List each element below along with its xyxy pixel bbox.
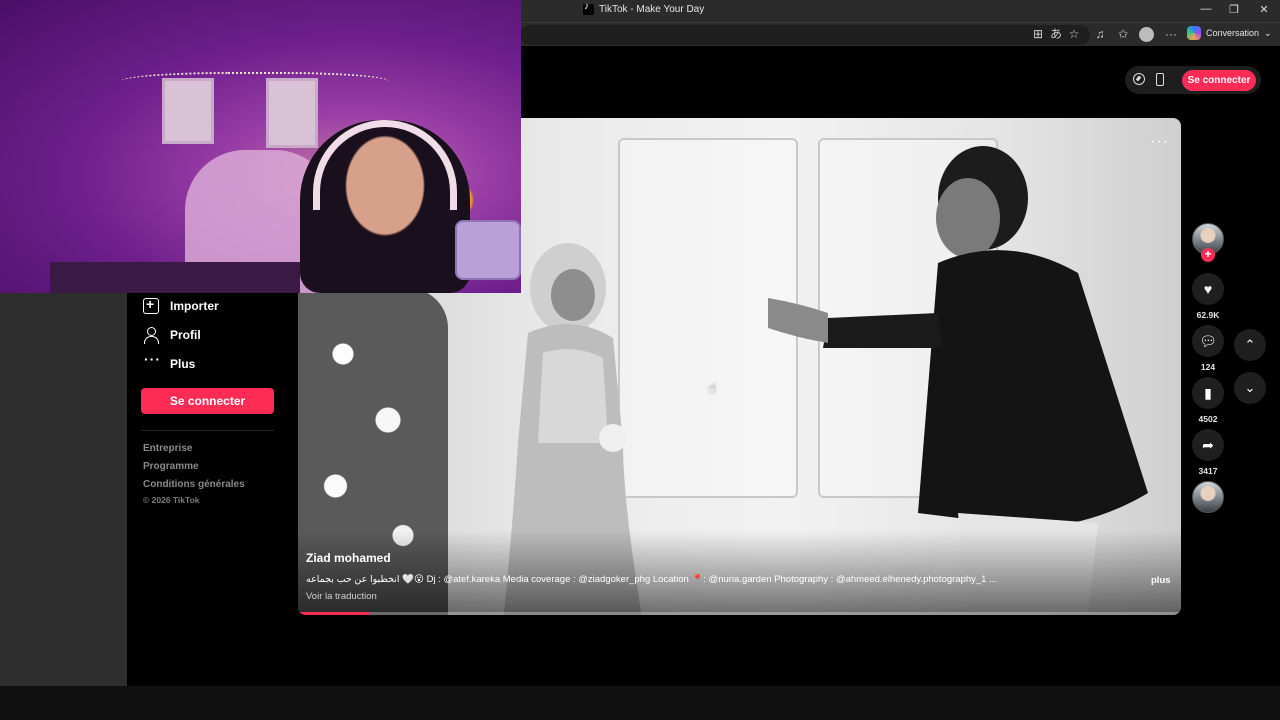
video-progress-bar[interactable]: [298, 612, 1181, 615]
upload-plus-icon: [143, 296, 159, 314]
caption-more-link[interactable]: plus: [1151, 575, 1171, 586]
browser-profile-avatar[interactable]: [1139, 27, 1154, 42]
tiktok-logo-icon: [583, 1, 594, 15]
see-translation-link[interactable]: Voir la traduction: [306, 591, 377, 602]
tab-title-text: TikTok - Make Your Day: [599, 4, 705, 15]
compass-icon[interactable]: [1133, 73, 1145, 85]
sidebar-item-importer[interactable]: Importer: [143, 296, 219, 314]
chevron-up-icon: ⌃: [1244, 337, 1256, 352]
header-login-button[interactable]: Se connecter: [1182, 70, 1256, 91]
read-aloud-icon[interactable]: あ: [1048, 26, 1064, 42]
taskbar: [0, 686, 1280, 720]
webcam-overlay: [0, 0, 521, 293]
copyright-text: © 2026 TikTok: [143, 495, 200, 505]
video-author[interactable]: Ziad mohamed: [306, 551, 391, 565]
mouse-cursor-icon: ☝: [708, 380, 717, 396]
wall-frame-left: [162, 78, 214, 144]
comment-bubble-icon: 💬︎: [1199, 333, 1217, 349]
sidebar-divider: [141, 430, 274, 431]
sidebar-item-profil[interactable]: Profil: [143, 327, 201, 344]
more-dots-icon: [143, 351, 161, 372]
favorites-icon[interactable]: ✩: [1115, 26, 1131, 42]
share-arrow-icon: ➦: [1202, 437, 1214, 453]
browser-menu-icon[interactable]: ···: [1163, 26, 1179, 42]
video-caption-gradient: [298, 530, 1181, 615]
video-more-options[interactable]: ···: [1150, 133, 1169, 151]
copilot-button[interactable]: Conversation ⌄: [1187, 26, 1272, 40]
chevron-down-icon: ⌄: [1264, 27, 1272, 38]
video-caption: انخطبوا عن حب بجماعه 🤍😮 Dj : @atef.karek…: [306, 574, 998, 585]
share-count: 3417: [1198, 466, 1218, 476]
desk: [50, 262, 300, 293]
sidebar-item-label: Profil: [170, 328, 201, 342]
favorite-star-icon[interactable]: ☆: [1066, 26, 1082, 42]
previous-video-button[interactable]: ⌃: [1234, 329, 1266, 361]
video-progress-fill: [298, 612, 369, 615]
footer-link-conditions[interactable]: Conditions générales: [143, 479, 245, 490]
screen: TikTok - Make Your Day — ❐ ✕ ⊞ あ ☆ ♫ ✩ ·…: [0, 0, 1280, 720]
phone-icon[interactable]: [1156, 73, 1164, 86]
bookmark-icon: ▮: [1204, 385, 1212, 401]
sidebar-item-label: Importer: [170, 299, 219, 313]
sidebar-item-label: Plus: [170, 357, 196, 371]
extensions-icon[interactable]: ♫: [1092, 26, 1108, 42]
wall-frame-right: [266, 78, 318, 148]
app-available-icon[interactable]: ⊞: [1030, 26, 1046, 42]
chevron-down-icon: ⌄: [1244, 380, 1256, 395]
close-window-button[interactable]: ✕: [1254, 3, 1274, 16]
next-video-button[interactable]: ⌄: [1234, 372, 1266, 404]
heart-icon: ♥: [1203, 281, 1213, 297]
sidebar-login-button[interactable]: Se connecter: [141, 388, 274, 414]
phone-in-hand: [455, 220, 521, 280]
copilot-icon: [1187, 26, 1201, 40]
restore-button[interactable]: ❐: [1224, 3, 1244, 16]
comment-count: 124: [1200, 362, 1216, 372]
sidebar-item-plus[interactable]: Plus: [143, 351, 196, 372]
string-lights: [120, 72, 390, 96]
person-icon: [143, 327, 159, 344]
save-count: 4502: [1198, 414, 1218, 424]
browser-tab[interactable]: TikTok - Make Your Day: [583, 1, 705, 15]
footer-link-entreprise[interactable]: Entreprise: [143, 443, 192, 454]
footer-link-programme[interactable]: Programme: [143, 461, 199, 472]
address-bar[interactable]: [520, 25, 1090, 45]
save-button[interactable]: ▮: [1192, 377, 1224, 409]
comment-button[interactable]: 💬︎: [1192, 325, 1224, 357]
minimize-button[interactable]: —: [1196, 3, 1216, 15]
like-button[interactable]: ♥: [1192, 273, 1224, 305]
copilot-label: Conversation: [1206, 28, 1260, 38]
like-count: 62.9K: [1196, 310, 1220, 320]
follow-plus-icon[interactable]: +: [1201, 248, 1215, 262]
share-button[interactable]: ➦: [1192, 429, 1224, 461]
sound-avatar[interactable]: [1192, 481, 1224, 513]
